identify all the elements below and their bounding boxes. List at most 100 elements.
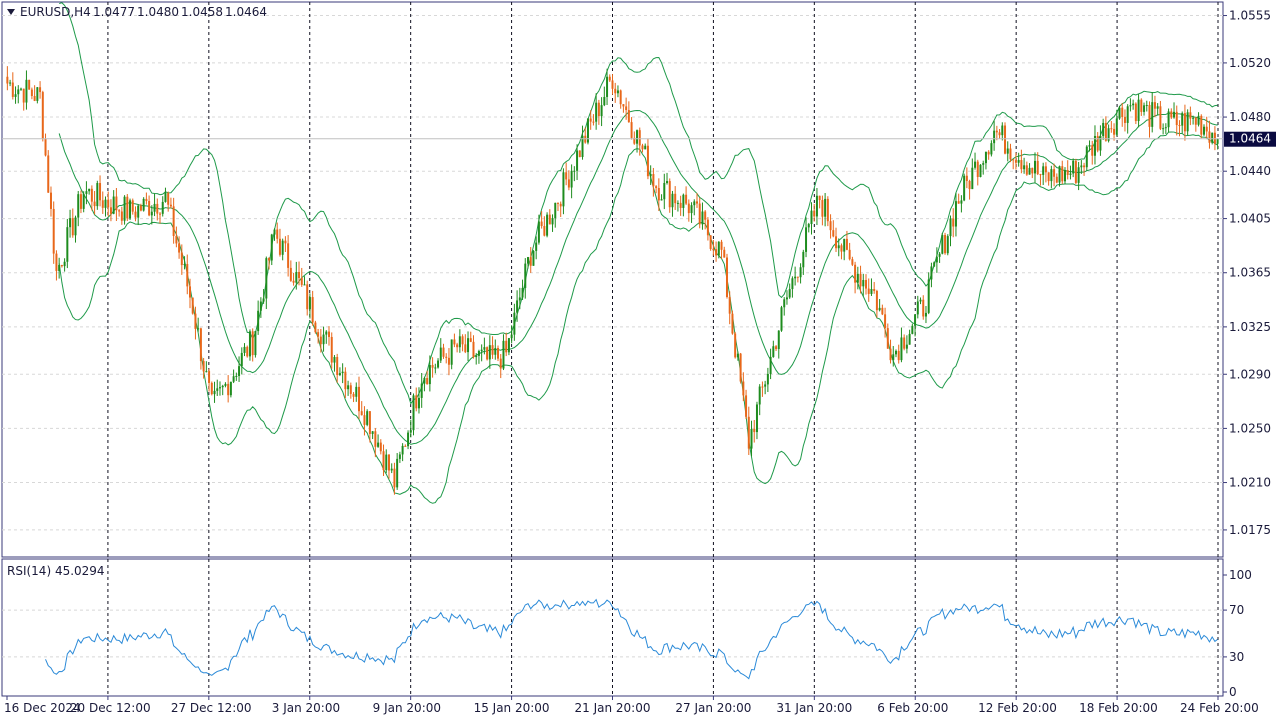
candle-body: [979, 164, 982, 177]
candle-body: [191, 297, 194, 314]
candle-body: [567, 179, 570, 188]
candle[interactable]: [1134, 102, 1137, 125]
candle-body: [262, 298, 265, 302]
candle-body: [499, 358, 502, 369]
candle[interactable]: [1200, 114, 1203, 139]
candle-body: [1205, 126, 1208, 132]
time-axis[interactable]: 16 Dec 202420 Dec 12:00 27 Dec 12:00 3 Jan…: [4, 696, 1259, 715]
candle-body: [919, 299, 922, 302]
candle-body: [766, 373, 769, 385]
candle[interactable]: [578, 150, 581, 158]
candle-body: [19, 88, 22, 90]
candle-body: [434, 367, 437, 369]
candle[interactable]: [941, 233, 944, 255]
candle[interactable]: [1085, 145, 1088, 172]
price-axis[interactable]: 1.0555 1.0520 1.0480 1.0440 1.0405 1.0365 1.03…: [1223, 9, 1271, 537]
chart-window[interactable]: EURUSD,H4 1.0477 1.0480 1.0458 1.0464 1.…: [0, 0, 1280, 720]
candle-body: [674, 193, 677, 204]
candle[interactable]: [28, 79, 31, 90]
candle[interactable]: [36, 86, 39, 104]
candle-body: [472, 341, 475, 358]
candle-body: [930, 266, 933, 280]
candle-body: [464, 344, 467, 353]
candle-body: [1211, 132, 1214, 143]
candle[interactable]: [1074, 158, 1077, 185]
candle[interactable]: [1118, 105, 1121, 120]
candle[interactable]: [486, 346, 489, 361]
candle[interactable]: [126, 194, 129, 222]
candle[interactable]: [210, 381, 213, 396]
candle[interactable]: [546, 212, 549, 238]
candle-body: [104, 199, 107, 208]
candle[interactable]: [739, 352, 742, 384]
candle[interactable]: [41, 90, 44, 142]
candle[interactable]: [725, 253, 728, 299]
rsi-pane[interactable]: RSI(14) 45.0294: [1, 558, 1224, 697]
candle-body: [824, 198, 827, 217]
candle[interactable]: [734, 331, 737, 359]
candle[interactable]: [129, 198, 132, 221]
candle[interactable]: [248, 329, 251, 361]
candle[interactable]: [412, 393, 415, 436]
candle-body: [1009, 148, 1012, 160]
candle-body: [420, 383, 423, 398]
candle[interactable]: [532, 250, 535, 266]
candle-body: [1200, 115, 1203, 135]
candle-body: [974, 161, 977, 168]
candle-body: [1072, 160, 1075, 174]
candle-body: [273, 229, 276, 235]
candle-body: [1132, 103, 1135, 106]
candle-body: [379, 442, 382, 452]
candle-body: [769, 356, 772, 374]
candle-body: [494, 348, 497, 355]
candle[interactable]: [944, 232, 947, 255]
candle[interactable]: [731, 310, 734, 335]
time-tick-label: 24 Feb 20:00: [1180, 701, 1259, 715]
candle-body: [366, 411, 369, 425]
candle[interactable]: [123, 195, 126, 225]
candle-body: [145, 198, 148, 202]
price-pane[interactable]: [1, 1, 1224, 558]
candle-body: [548, 214, 551, 225]
candle[interactable]: [946, 234, 949, 256]
candle[interactable]: [254, 331, 257, 358]
candle[interactable]: [963, 173, 966, 202]
candle[interactable]: [47, 150, 50, 193]
rsi-axis[interactable]: 100 70 30 0: [1223, 568, 1252, 699]
candle-body: [265, 258, 268, 299]
candle[interactable]: [979, 164, 982, 178]
price-tick-label: 1.0555: [1229, 9, 1271, 23]
candle-body: [952, 218, 955, 227]
candle-body: [1170, 111, 1173, 118]
candle-body: [576, 150, 579, 171]
candle-body: [780, 307, 783, 331]
time-tick-label: 31 Jan 20:00: [776, 701, 852, 715]
candle-body: [1159, 106, 1162, 129]
candle[interactable]: [229, 381, 232, 398]
candle-body: [630, 122, 633, 138]
candle-body: [107, 199, 110, 208]
candle[interactable]: [314, 320, 317, 334]
candle-body: [396, 458, 399, 488]
candle-body: [268, 258, 271, 261]
candle[interactable]: [191, 297, 194, 315]
candle[interactable]: [586, 118, 589, 145]
low-value: 1.0458: [181, 5, 223, 19]
candle[interactable]: [270, 233, 273, 266]
candle-body: [88, 188, 91, 192]
candle-body: [1012, 159, 1015, 161]
candle-body: [1175, 111, 1178, 126]
candle[interactable]: [709, 235, 712, 251]
candle[interactable]: [780, 305, 783, 332]
candle-body: [971, 167, 974, 190]
candle-body: [1099, 136, 1102, 151]
candle[interactable]: [246, 345, 249, 358]
candle[interactable]: [96, 180, 99, 210]
candle[interactable]: [366, 409, 369, 427]
candle-body: [516, 300, 519, 313]
chart-canvas[interactable]: EURUSD,H4 1.0477 1.0480 1.0458 1.0464 1.…: [0, 0, 1280, 720]
candle[interactable]: [142, 197, 145, 212]
candle-body: [1162, 128, 1165, 130]
candle-body: [90, 188, 93, 202]
candle-body: [483, 347, 486, 350]
